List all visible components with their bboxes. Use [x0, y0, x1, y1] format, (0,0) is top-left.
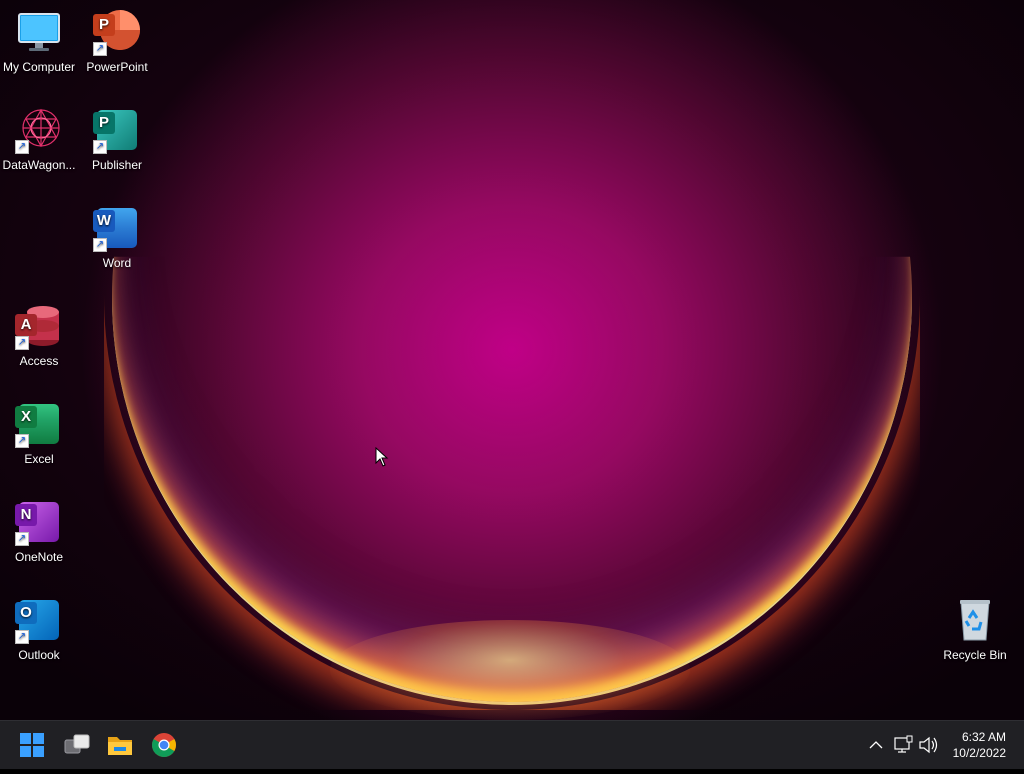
- desktop-icon-publisher[interactable]: P ↗ Publisher: [78, 106, 156, 172]
- onenote-letter: N: [15, 504, 37, 526]
- desktop-icon-access[interactable]: A ↗ Access: [0, 302, 78, 368]
- outlook-letter: O: [15, 602, 37, 624]
- desktop-icon-label: OneNote: [14, 550, 64, 564]
- desktop-icon-word[interactable]: W ↗ Word: [78, 204, 156, 270]
- shortcut-arrow-icon: ↗: [15, 336, 29, 350]
- desktop-icon-my-computer[interactable]: My Computer: [0, 8, 78, 74]
- network-icon: [894, 735, 913, 753]
- speaker-icon: [919, 736, 938, 754]
- word-letter: W: [93, 210, 115, 232]
- wallpaper-floor-glow: [330, 620, 690, 720]
- desktop-icon-label: Outlook: [18, 648, 60, 662]
- volume-button[interactable]: [918, 721, 940, 769]
- desktop-icon-outlook[interactable]: O ↗ Outlook: [0, 596, 78, 662]
- access-icon: A ↗: [15, 302, 63, 350]
- access-letter: A: [15, 314, 37, 336]
- desktop-icon-datawagon[interactable]: ↗ DataWagon...: [0, 106, 78, 172]
- shortcut-arrow-icon: ↗: [15, 434, 29, 448]
- shortcut-arrow-icon: ↗: [15, 532, 29, 546]
- recycle-bin-icon: [951, 596, 999, 644]
- folder-icon: [108, 737, 132, 755]
- desktop-icon-onenote[interactable]: N ↗ OneNote: [0, 498, 78, 564]
- outlook-icon: O ↗: [15, 596, 63, 644]
- word-icon: W ↗: [93, 204, 141, 252]
- shortcut-arrow-icon: ↗: [93, 140, 107, 154]
- desktop-icon-label: Excel: [24, 452, 54, 466]
- datawagon-icon: ↗: [15, 106, 63, 154]
- task-view-icon: [64, 734, 90, 754]
- desktop-icon-recycle-bin[interactable]: Recycle Bin: [936, 596, 1014, 662]
- file-explorer-button[interactable]: [104, 729, 136, 761]
- powerpoint-icon: P ↗: [93, 8, 141, 56]
- publisher-letter: P: [93, 112, 115, 134]
- desktop-icon-label: Recycle Bin: [943, 648, 1007, 662]
- desktop-icon-powerpoint[interactable]: P ↗ PowerPoint: [78, 8, 156, 74]
- desktop-icon-label: My Computer: [2, 60, 76, 74]
- desktop-icon-label: Access: [19, 354, 59, 368]
- network-button[interactable]: [892, 721, 914, 769]
- desktop-wallpaper: My Computer P ↗ PowerPoint ↗ DataWagon..…: [0, 0, 1024, 720]
- desktop-icon-excel[interactable]: X ↗ Excel: [0, 400, 78, 466]
- desktop-icon-label: PowerPoint: [86, 60, 148, 74]
- shortcut-arrow-icon: ↗: [15, 630, 29, 644]
- desktop-icon-label: DataWagon...: [2, 158, 76, 172]
- task-view-button[interactable]: [61, 729, 93, 761]
- chrome-icon: [152, 733, 176, 758]
- wallpaper-ring: [112, 257, 912, 705]
- onenote-icon: N ↗: [15, 498, 63, 546]
- powerpoint-letter: P: [93, 14, 115, 36]
- desktop-icon-label: Word: [102, 256, 132, 270]
- clock-time: 6:32 AM: [961, 730, 1006, 744]
- shortcut-arrow-icon: ↗: [93, 42, 107, 56]
- publisher-icon: P ↗: [93, 106, 141, 154]
- clock[interactable]: 6:32 AM 10/2/2022: [953, 729, 1006, 761]
- chrome-button[interactable]: [148, 729, 180, 761]
- shortcut-arrow-icon: ↗: [93, 238, 107, 252]
- excel-letter: X: [15, 406, 37, 428]
- shortcut-arrow-icon: ↗: [15, 140, 29, 154]
- start-button[interactable]: [16, 729, 48, 761]
- chevron-up-icon: [869, 741, 883, 749]
- show-hidden-icons-button[interactable]: [866, 721, 886, 769]
- windows-logo-icon: [20, 733, 44, 757]
- taskbar: 6:32 AM 10/2/2022: [0, 720, 1024, 769]
- desktop-icon-label: Publisher: [91, 158, 143, 172]
- monitor-icon: [15, 8, 63, 56]
- mouse-cursor-icon: [375, 446, 389, 472]
- clock-date: 10/2/2022: [952, 746, 1006, 760]
- excel-icon: X ↗: [15, 400, 63, 448]
